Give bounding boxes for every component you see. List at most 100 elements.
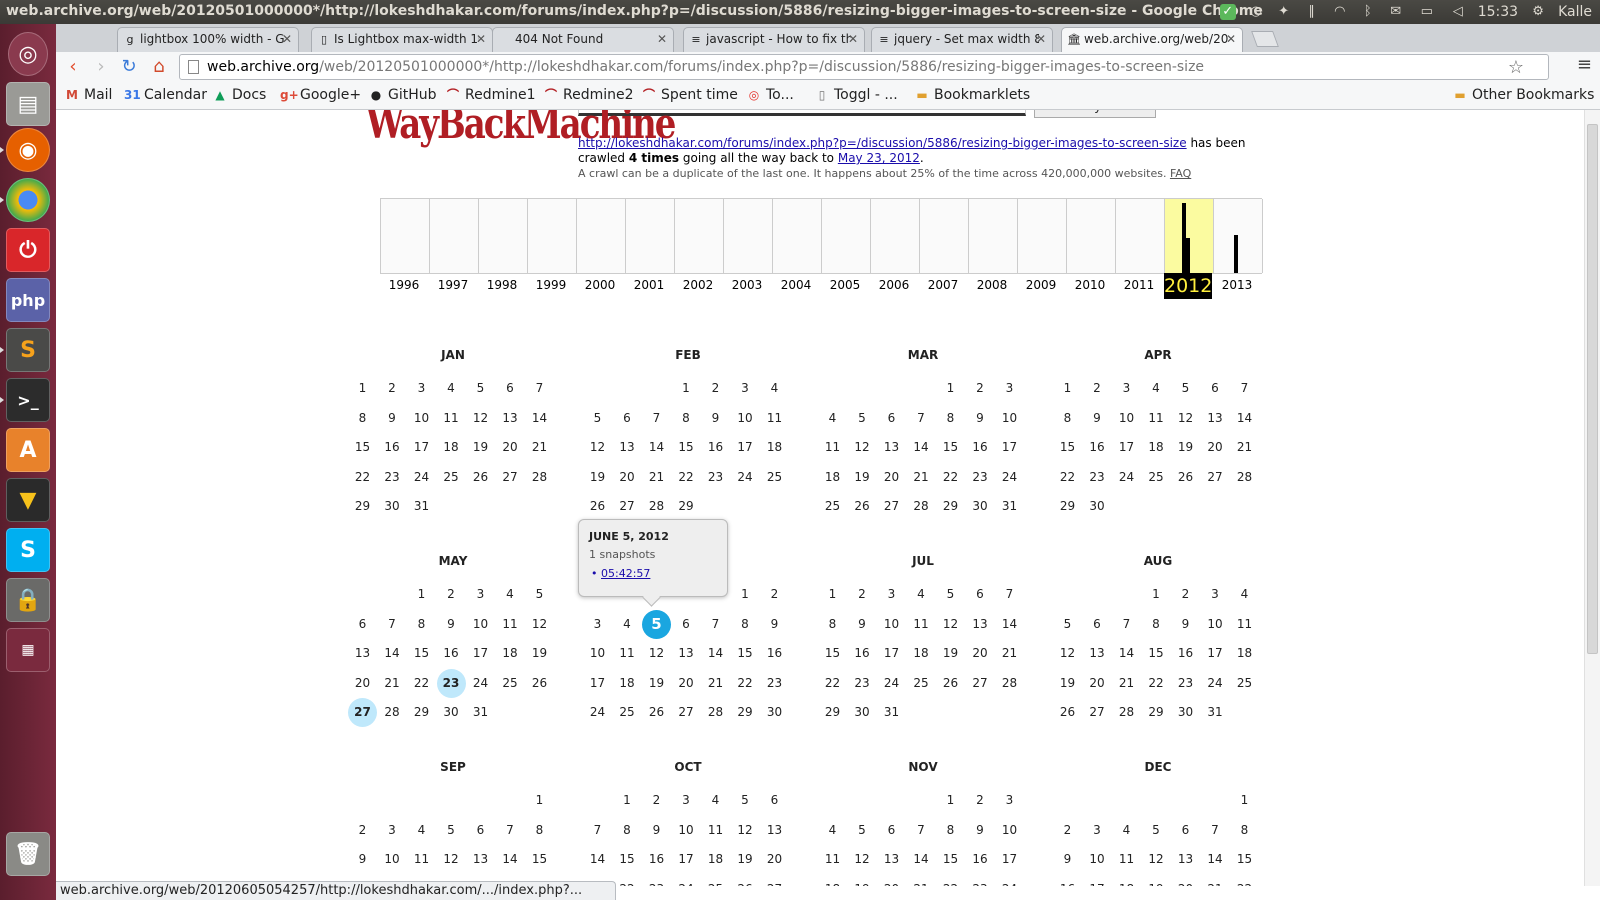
php-icon[interactable]: php (6, 278, 50, 322)
software-center-icon[interactable]: A (6, 428, 50, 472)
wifi-icon[interactable]: ◠ (1332, 4, 1348, 20)
chrome-icon[interactable] (6, 178, 50, 222)
year-label[interactable]: 2002 (674, 278, 722, 292)
year-label[interactable]: 2005 (821, 278, 869, 292)
year-label[interactable]: 2001 (625, 278, 673, 292)
bookmark-item[interactable]: 31 Calendar (124, 87, 207, 103)
year-label[interactable]: 2003 (723, 278, 771, 292)
dropbox-icon[interactable]: ✦ (1276, 4, 1292, 20)
year-column[interactable] (1067, 199, 1116, 273)
tab[interactable]: 🏛 web.archive.org/web/201 ✕ (1061, 27, 1243, 52)
tab[interactable]: ▯ Is Lightbox max-width 100 ✕ (311, 27, 493, 52)
close-tab-icon[interactable]: ✕ (1036, 32, 1046, 46)
forward-icon[interactable]: › (90, 56, 112, 78)
address-bar[interactable]: web.archive.org/web/20120501000000*/http… (179, 54, 1549, 80)
year-column[interactable] (675, 199, 724, 273)
year-column[interactable] (1214, 199, 1263, 273)
bookmark-item[interactable]: ⌒ Redmine2 (543, 87, 634, 103)
bookmark-item[interactable]: ▬ Bookmarklets (914, 87, 1030, 103)
year-column[interactable] (577, 199, 626, 273)
bluetooth-icon[interactable]: ᛒ (1360, 4, 1376, 20)
sublime-icon[interactable]: S (6, 328, 50, 372)
year-column[interactable] (1018, 199, 1067, 273)
year-label[interactable]: 1996 (380, 278, 428, 292)
bookmark-item[interactable]: ▯ Toggl - ... (814, 87, 898, 103)
user-name[interactable]: Kalle (1558, 4, 1592, 20)
year-label[interactable]: 2008 (968, 278, 1016, 292)
year-label[interactable]: 2004 (772, 278, 820, 292)
bookmark-item[interactable]: ◎ To... (746, 87, 794, 103)
close-tab-icon[interactable]: ✕ (848, 32, 858, 46)
reload-icon[interactable]: ↻ (118, 56, 140, 78)
close-tab-icon[interactable]: ✕ (1226, 32, 1236, 46)
skype-icon[interactable]: S (6, 528, 50, 572)
star-icon[interactable]: ☆ (1508, 56, 1524, 79)
year-column[interactable] (528, 199, 577, 273)
bookmark-item[interactable]: ▲ Docs (212, 87, 266, 103)
year-label[interactable]: 1999 (527, 278, 575, 292)
year-column[interactable] (381, 199, 430, 273)
year-column[interactable] (969, 199, 1018, 273)
crawl-url-link[interactable]: http://lokeshdhakar.com/forums/index.php… (578, 136, 1187, 150)
gear-icon[interactable]: ⚙ (1530, 4, 1546, 20)
bookmark-item[interactable]: ⌒ Spent time (641, 87, 738, 103)
first-crawl-link[interactable]: May 23, 2012 (838, 151, 920, 165)
year-label[interactable]: 2006 (870, 278, 918, 292)
year-label[interactable]: 1998 (478, 278, 526, 292)
other-bookmarks[interactable]: ▬ Other Bookmarks (1452, 87, 1594, 103)
tab[interactable]: ≡ javascript - How to fix the ✕ (683, 27, 865, 52)
year-label[interactable]: 2010 (1066, 278, 1114, 292)
year-histogram[interactable] (380, 198, 1263, 274)
home-icon[interactable]: ⌂ (148, 56, 170, 78)
terminal-icon[interactable]: >_ (6, 378, 50, 422)
year-column[interactable] (626, 199, 675, 273)
close-tab-icon[interactable]: ✕ (282, 32, 292, 46)
snapshot-time-link[interactable]: 05:42:57 (601, 567, 650, 580)
menu-icon[interactable]: ≡ (1577, 54, 1592, 75)
year-label[interactable]: 2009 (1017, 278, 1065, 292)
year-label[interactable]: 2000 (576, 278, 624, 292)
faq-link[interactable]: FAQ (1170, 167, 1191, 180)
capture-day[interactable]: 27 (348, 698, 377, 727)
year-column[interactable] (479, 199, 528, 273)
new-tab-button[interactable] (1251, 31, 1279, 47)
year-label[interactable]: 2013 (1213, 278, 1261, 292)
year-label[interactable]: 2011 (1115, 278, 1163, 292)
go-wayback-button[interactable]: Go Wayback! (1034, 110, 1156, 118)
trash-icon[interactable]: 🗑 (6, 832, 50, 876)
year-column[interactable] (773, 199, 822, 273)
scrollbar[interactable] (1584, 110, 1600, 886)
paperclip-icon[interactable]: ∥ (1304, 4, 1320, 20)
battery-icon[interactable]: ▭ (1416, 4, 1438, 20)
capture-day[interactable]: 23 (436, 668, 466, 698)
year-column[interactable] (1116, 199, 1165, 273)
lock-icon[interactable]: 🔒 (6, 578, 50, 622)
files-icon[interactable]: ▤ (6, 82, 50, 126)
scrollbar-thumb[interactable] (1587, 124, 1598, 654)
tie-app-icon[interactable]: ▼ (6, 478, 50, 522)
bookmark-item[interactable]: g+ Google+ (280, 87, 361, 103)
workspace-switcher-icon[interactable]: ▦ (6, 628, 50, 672)
back-icon[interactable]: ‹ (62, 56, 84, 78)
year-label[interactable]: 2007 (919, 278, 967, 292)
volume-icon[interactable]: ◁ (1450, 4, 1466, 20)
power-icon[interactable]: ⏻ (6, 228, 50, 272)
bookmark-item[interactable]: ● GitHub (368, 87, 437, 103)
bookmark-item[interactable]: M Mail (64, 87, 112, 103)
clock[interactable]: 15:33 (1478, 4, 1518, 20)
year-column[interactable] (822, 199, 871, 273)
tab[interactable]: ≡ jquery - Set max width 80 ✕ (871, 27, 1053, 52)
year-label[interactable]: 2012 (1164, 273, 1212, 299)
lightbulb-icon[interactable]: ○ (1248, 4, 1264, 20)
tab[interactable]: g lightbox 100% width - Go ✕ (117, 27, 299, 52)
year-column[interactable] (724, 199, 773, 273)
check-icon[interactable]: ✓ (1219, 4, 1236, 20)
tab[interactable]: 404 Not Found ✕ (492, 27, 674, 52)
capture-day[interactable]: 5 (642, 609, 671, 639)
firefox-icon[interactable]: ◉ (6, 128, 50, 172)
bookmark-item[interactable]: ⌒ Redmine1 (445, 87, 536, 103)
dash-icon[interactable]: ◎ (8, 32, 48, 76)
year-column[interactable] (430, 199, 479, 273)
year-label[interactable]: 1997 (429, 278, 477, 292)
close-tab-icon[interactable]: ✕ (476, 32, 486, 46)
